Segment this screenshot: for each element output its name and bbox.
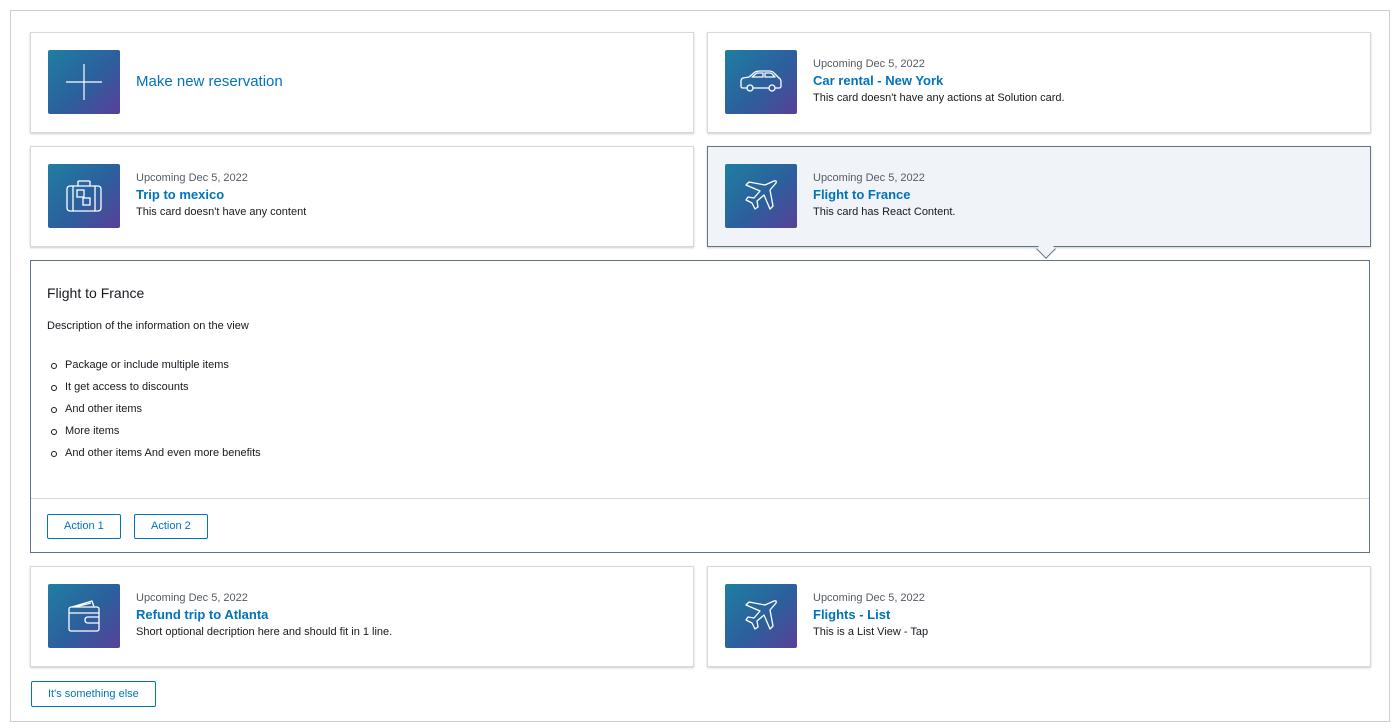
- flight-to-france-description: This card has React Content.: [813, 206, 956, 218]
- car-rental-title[interactable]: Car rental - New York: [813, 72, 1065, 90]
- flight-to-france-text: Upcoming Dec 5, 2022 Flight to France Th…: [813, 171, 955, 220]
- detail-benefits-list: Package or include multiple items It get…: [51, 354, 261, 464]
- flight-detail-panel: Flight to France Description of the info…: [30, 260, 1370, 553]
- refund-atlanta-date: Upcoming Dec 5, 2022: [136, 592, 248, 604]
- flight-to-france-card[interactable]: Upcoming Dec 5, 2022 Flight to France Th…: [707, 146, 1371, 259]
- list-item: It get access to discounts: [51, 376, 261, 398]
- flights-list-card[interactable]: Upcoming Dec 5, 2022 Flights - List This…: [707, 566, 1371, 667]
- refund-atlanta-card[interactable]: Upcoming Dec 5, 2022 Refund trip to Atla…: [30, 566, 694, 667]
- trip-to-mexico-date: Upcoming Dec 5, 2022: [136, 172, 248, 184]
- detail-description: Description of the information on the vi…: [47, 320, 249, 332]
- airplane-icon: [725, 164, 797, 228]
- detail-divider: [31, 498, 1369, 499]
- refund-atlanta-description: Short optional decription here and shoul…: [136, 626, 393, 638]
- suitcase-icon: [48, 164, 120, 228]
- flights-list-title[interactable]: Flights - List: [813, 606, 928, 624]
- make-new-reservation-label: Make new reservation: [136, 73, 283, 90]
- car-rental-date: Upcoming Dec 5, 2022: [813, 58, 925, 70]
- wallet-icon: [48, 584, 120, 648]
- list-item: And other items And even more benefits: [51, 442, 261, 464]
- flights-list-text: Upcoming Dec 5, 2022 Flights - List This…: [813, 591, 928, 640]
- trip-to-mexico-description: This card doesn't have any content: [136, 206, 307, 218]
- trip-to-mexico-title[interactable]: Trip to mexico: [136, 186, 306, 204]
- make-new-reservation-card[interactable]: Make new reservation: [30, 32, 694, 133]
- refund-atlanta-title[interactable]: Refund trip to Atlanta: [136, 606, 392, 624]
- action-1-button[interactable]: Action 1: [47, 514, 121, 539]
- action-2-button[interactable]: Action 2: [134, 514, 208, 539]
- something-else-button[interactable]: It's something else: [31, 681, 156, 707]
- list-item: And other items: [51, 398, 261, 420]
- car-rental-text: Upcoming Dec 5, 2022 Car rental - New Yo…: [813, 57, 1065, 106]
- flights-list-description: This is a List View - Tap: [813, 626, 929, 638]
- plus-icon: [48, 50, 120, 114]
- trip-to-mexico-card[interactable]: Upcoming Dec 5, 2022 Trip to mexico This…: [30, 146, 694, 247]
- flight-to-france-date: Upcoming Dec 5, 2022: [813, 172, 925, 184]
- car-rental-description: This card doesn't have any actions at So…: [813, 92, 1065, 104]
- refund-atlanta-text: Upcoming Dec 5, 2022 Refund trip to Atla…: [136, 591, 392, 640]
- list-item: Package or include multiple items: [51, 354, 261, 376]
- detail-title: Flight to France: [47, 285, 145, 301]
- airplane-icon: [725, 584, 797, 648]
- car-rental-card[interactable]: Upcoming Dec 5, 2022 Car rental - New Yo…: [707, 32, 1371, 133]
- flights-list-date: Upcoming Dec 5, 2022: [813, 592, 925, 604]
- trip-to-mexico-text: Upcoming Dec 5, 2022 Trip to mexico This…: [136, 171, 306, 220]
- car-icon: [725, 50, 797, 114]
- list-item: More items: [51, 420, 261, 442]
- flight-to-france-title[interactable]: Flight to France: [813, 186, 955, 204]
